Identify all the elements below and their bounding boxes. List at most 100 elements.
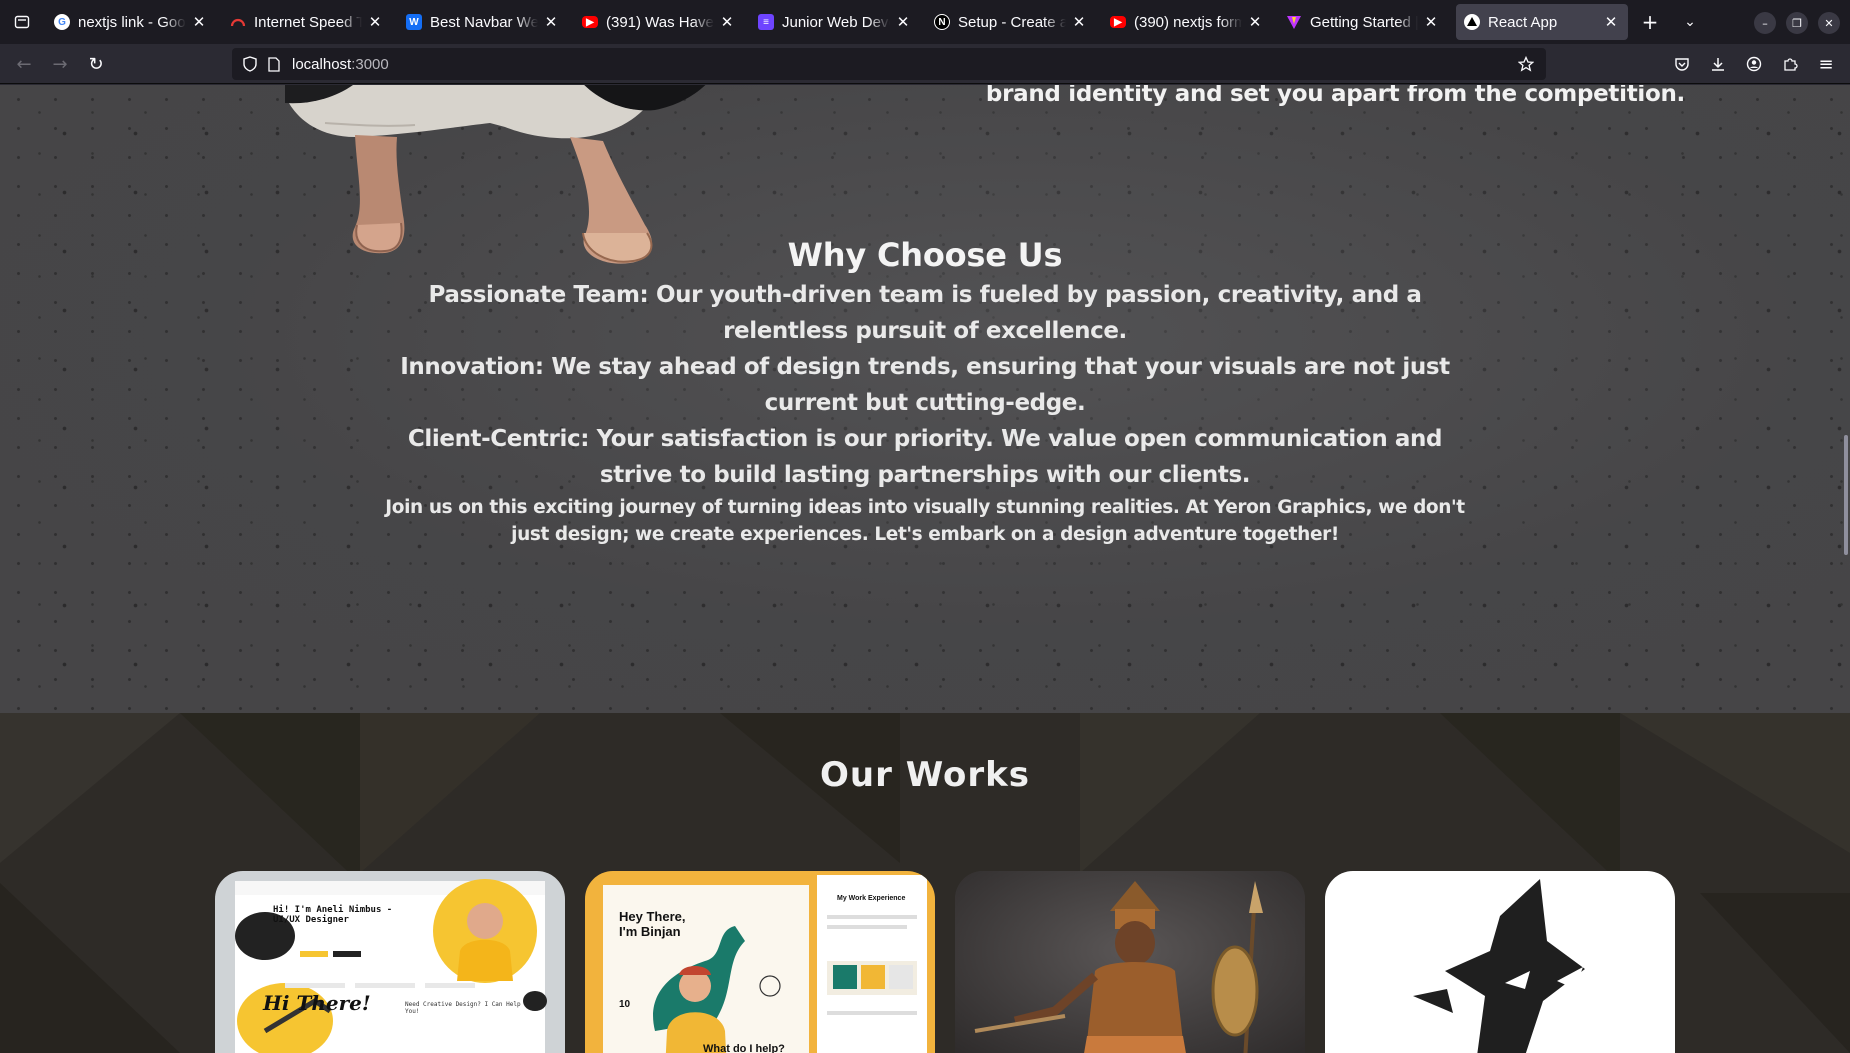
close-tab-icon[interactable]: ✕ — [190, 13, 208, 31]
work-card-caption: What do I help? — [703, 1043, 785, 1053]
work-card-stat: 10 — [619, 999, 631, 1010]
google-icon: G — [54, 14, 70, 30]
warrior-illustration-image — [955, 871, 1305, 1053]
tab-title: Internet Speed Test — [254, 13, 362, 31]
tab-getting-started-vite[interactable]: Getting Started | Vite ✕ — [1278, 4, 1448, 40]
close-tab-icon[interactable]: ✕ — [1602, 13, 1620, 31]
reload-icon: ↻ — [88, 53, 104, 75]
close-tab-icon[interactable]: ✕ — [894, 13, 912, 31]
work-card-sub: Hi There! — [263, 991, 371, 1015]
pocket-icon — [1675, 58, 1689, 71]
tab-title: nextjs link - Google — [78, 13, 186, 31]
wolf-logo-image — [1413, 879, 1585, 1053]
scrollbar-thumb[interactable] — [1844, 435, 1848, 555]
work-card-portfolio-aneli[interactable]: Hi! I'm Aneli Nimbus - UI/UX Designer Hi… — [215, 871, 565, 1053]
speedtest-icon — [230, 14, 246, 30]
tab-bar: G nextjs link - Google ✕ Internet Speed … — [0, 0, 1850, 44]
pocket-button[interactable] — [1668, 50, 1696, 78]
close-tab-icon[interactable]: ✕ — [718, 13, 736, 31]
app-menu-button[interactable]: ≡ — [1812, 50, 1840, 78]
work-card-caption: Need Creative Design? I Can Help You! — [405, 1001, 521, 1015]
tab-best-navbar-website[interactable]: W Best Navbar Website ✕ — [398, 4, 568, 40]
tab-nextjs-link-google[interactable]: G nextjs link - Google ✕ — [46, 4, 216, 40]
why-item-client-centric: Client-Centric: Your satisfaction is our… — [407, 426, 1443, 488]
tab-title: Getting Started | Vite — [1310, 13, 1418, 31]
close-tab-icon[interactable]: ✕ — [1246, 13, 1264, 31]
minimize-icon: – — [1762, 16, 1768, 30]
list-all-tabs-button[interactable]: ⌄ — [1676, 8, 1704, 36]
webflow-icon: W — [406, 14, 422, 30]
close-tab-icon[interactable]: ✕ — [1070, 13, 1088, 31]
work-card-portfolio-binjan[interactable]: Hey There, I'm Binjan My Work Experience… — [585, 871, 935, 1053]
account-icon — [1746, 56, 1762, 72]
url-port: :3000 — [351, 55, 389, 73]
about-tagline: brand identity and set you apart from th… — [985, 85, 1685, 107]
close-tab-icon[interactable]: ✕ — [1422, 13, 1440, 31]
extensions-button[interactable] — [1776, 50, 1804, 78]
close-icon: ✕ — [1824, 16, 1834, 30]
why-join-text: Join us on this exciting journey of turn… — [385, 497, 1465, 545]
tab-list-button[interactable] — [8, 8, 36, 36]
tab-title: Best Navbar Website — [430, 13, 538, 31]
work-card-heading: Hi! I'm Aneli Nimbus - UI/UX Designer — [273, 905, 393, 925]
forward-button[interactable]: → — [46, 50, 74, 78]
url-host: localhost — [292, 55, 352, 73]
chevron-down-icon: ⌄ — [1684, 14, 1696, 30]
reload-button[interactable]: ↻ — [82, 50, 110, 78]
work-card-warrior-illustration[interactable] — [955, 871, 1305, 1053]
tab-internet-speed-test[interactable]: Internet Speed Test ✕ — [222, 4, 392, 40]
page-icon[interactable] — [262, 52, 286, 76]
arrow-left-icon: ← — [16, 53, 32, 75]
navigation-toolbar: ← → ↻ localhost:3000 ≡ — [0, 44, 1850, 84]
new-tab-button[interactable]: + — [1636, 8, 1664, 36]
nextjs-icon: N — [934, 14, 950, 30]
address-bar[interactable]: localhost:3000 — [232, 48, 1546, 80]
our-works-section: Our Works Hi! I'm Aneli Nimbus - UI/UX D… — [0, 713, 1850, 1053]
list-icon: ≡ — [758, 14, 774, 30]
download-icon — [1712, 58, 1724, 71]
work-card-sub: My Work Experience — [837, 895, 906, 902]
back-button[interactable]: ← — [10, 50, 38, 78]
tab-setup-create-next[interactable]: N Setup - Create a Next ✕ — [926, 4, 1096, 40]
close-window-button[interactable]: ✕ — [1818, 12, 1840, 34]
youtube-icon: ▶ — [582, 16, 598, 28]
arrow-right-icon: → — [52, 53, 68, 75]
close-tab-icon[interactable]: ✕ — [366, 13, 384, 31]
tab-was-havertz[interactable]: ▶ (391) Was Havertz ✕ — [574, 4, 744, 40]
why-choose-us-title: Why Choose Us — [787, 236, 1063, 274]
react-app-icon — [1464, 14, 1480, 30]
work-card-heading: Hey There, I'm Binjan — [619, 909, 686, 939]
tab-title: React App — [1488, 13, 1558, 31]
shield-icon[interactable] — [238, 52, 262, 76]
tab-list-icon — [14, 15, 30, 29]
tab-title: (391) Was Havertz — [606, 13, 714, 31]
account-button[interactable] — [1740, 50, 1768, 78]
restore-icon: ❐ — [1792, 16, 1802, 30]
work-thumbnail-aneli — [235, 879, 547, 1053]
tab-react-app[interactable]: React App ✕ — [1456, 4, 1628, 40]
url-text[interactable]: localhost:3000 — [292, 56, 389, 73]
page-scrollbar[interactable] — [1838, 85, 1850, 1053]
close-tab-icon[interactable]: ✕ — [542, 13, 560, 31]
minimize-button[interactable]: – — [1754, 12, 1776, 34]
tab-title: (390) nextjs form — [1134, 13, 1242, 31]
why-item-passionate-team: Passionate Team: Our youth-driven team i… — [428, 282, 1422, 344]
about-section: brand identity and set you apart from th… — [0, 85, 1850, 713]
hamburger-menu-icon: ≡ — [1818, 53, 1834, 75]
puzzle-icon — [1784, 58, 1798, 71]
youtube-icon: ▶ — [1110, 16, 1126, 28]
restore-button[interactable]: ❐ — [1786, 12, 1808, 34]
downloads-button[interactable] — [1704, 50, 1732, 78]
work-card-wolf-logo[interactable] — [1325, 871, 1675, 1053]
bookmark-star-icon[interactable] — [1514, 52, 1538, 76]
tab-title: Junior Web Developer — [782, 13, 890, 31]
why-item-innovation: Innovation: We stay ahead of design tren… — [400, 354, 1450, 416]
vite-icon — [1286, 14, 1302, 30]
plus-icon: + — [1641, 10, 1659, 34]
why-choose-us: Why Choose Us Passionate Team: Our youth… — [0, 233, 1850, 548]
our-works-title: Our Works — [820, 755, 1030, 795]
tab-title: Setup - Create a Next — [958, 13, 1066, 31]
tab-nextjs-form[interactable]: ▶ (390) nextjs form ✕ — [1102, 4, 1272, 40]
tab-junior-web-developer[interactable]: ≡ Junior Web Developer ✕ — [750, 4, 920, 40]
page-viewport: brand identity and set you apart from th… — [0, 85, 1850, 1053]
